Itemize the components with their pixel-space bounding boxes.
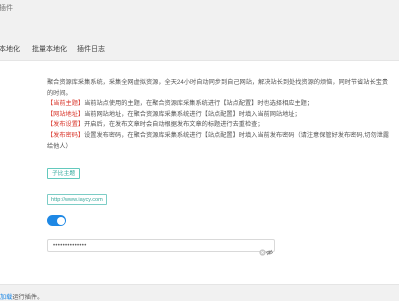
current-theme-button[interactable]: 子比主题 — [47, 168, 81, 179]
desc-item-publish-password: 【发布密码】设置发布密码，在聚合资源库采集系统进行【站点配置】时填入当前发布密码… — [47, 131, 390, 142]
desc-tag: 【当前主题】 — [47, 100, 85, 108]
desc-item-publish-setting: 【发布设置】开启后，在发布文章时会自动根据发布文章的标题进行去重检查； — [47, 120, 390, 131]
plugin-description: 聚合资源库采集系统，采集全网虚拟资源，全天24小时自动同步到自己网站，解决站长到… — [47, 78, 390, 152]
desc-item-site-url: 【网站地址】当前网站地址，在聚合资源库采集系统进行【站点配置】时填入当前网站地址… — [47, 110, 390, 121]
desc-item-theme: 【当前主题】当前站点使用的主题，在聚合资源库采集系统进行【站点配置】时也选择相应… — [47, 99, 390, 110]
tab-plugin-log[interactable]: 插件日志 — [77, 42, 105, 58]
desc-text: 当前网站地址，在聚合资源库采集系统进行【站点配置】时填入当前网站地址； — [84, 110, 301, 118]
desc-tag: 【网站地址】 — [47, 110, 85, 118]
toggle-knob — [56, 216, 65, 225]
settings-panel: 聚合资源库采集系统，采集全网虚拟资源，全天24小时自动同步到自己网站，解决站长到… — [0, 60, 399, 285]
password-value: •••••••••••••• — [53, 243, 87, 249]
intro-text: 聚合资源库采集系统，采集全网虚拟资源，全天24小时自动同步到自己网站，解决站长到… — [47, 79, 389, 86]
desc-text: 当前站点使用的主题，在聚合资源库采集系统进行【站点配置】时也选择相应主题； — [84, 100, 314, 108]
desc-tag: 【发布密码】 — [47, 131, 85, 139]
desc-text: 设置发布密码，在聚合资源库采集系统进行【站点配置】时填入当前发布密码（请注意保管… — [84, 131, 390, 139]
desc-item-publish-password-cont: 给他人） — [47, 142, 72, 150]
publish-dedupe-toggle[interactable] — [47, 215, 66, 226]
desc-tag: 【发布设置】 — [47, 121, 85, 129]
tab-batch-localize[interactable]: 批量本地化 — [32, 42, 67, 58]
top-bar: 插件 — [0, 0, 399, 34]
show-password-icon[interactable] — [265, 243, 274, 256]
tab-localize[interactable]: 本地化 — [0, 42, 20, 58]
site-url-field[interactable]: http://www.iaycy.com — [47, 194, 107, 205]
clear-icon[interactable] — [259, 243, 266, 256]
page-title: 插件 — [0, 5, 13, 12]
desc-text: 开启后，在发布文章时会自动根据发布文章的标题进行去重检查； — [84, 121, 264, 129]
publish-password-input[interactable]: •••••••••••••• — [47, 239, 275, 256]
intro-text-cont: 的时间。 — [47, 89, 72, 97]
